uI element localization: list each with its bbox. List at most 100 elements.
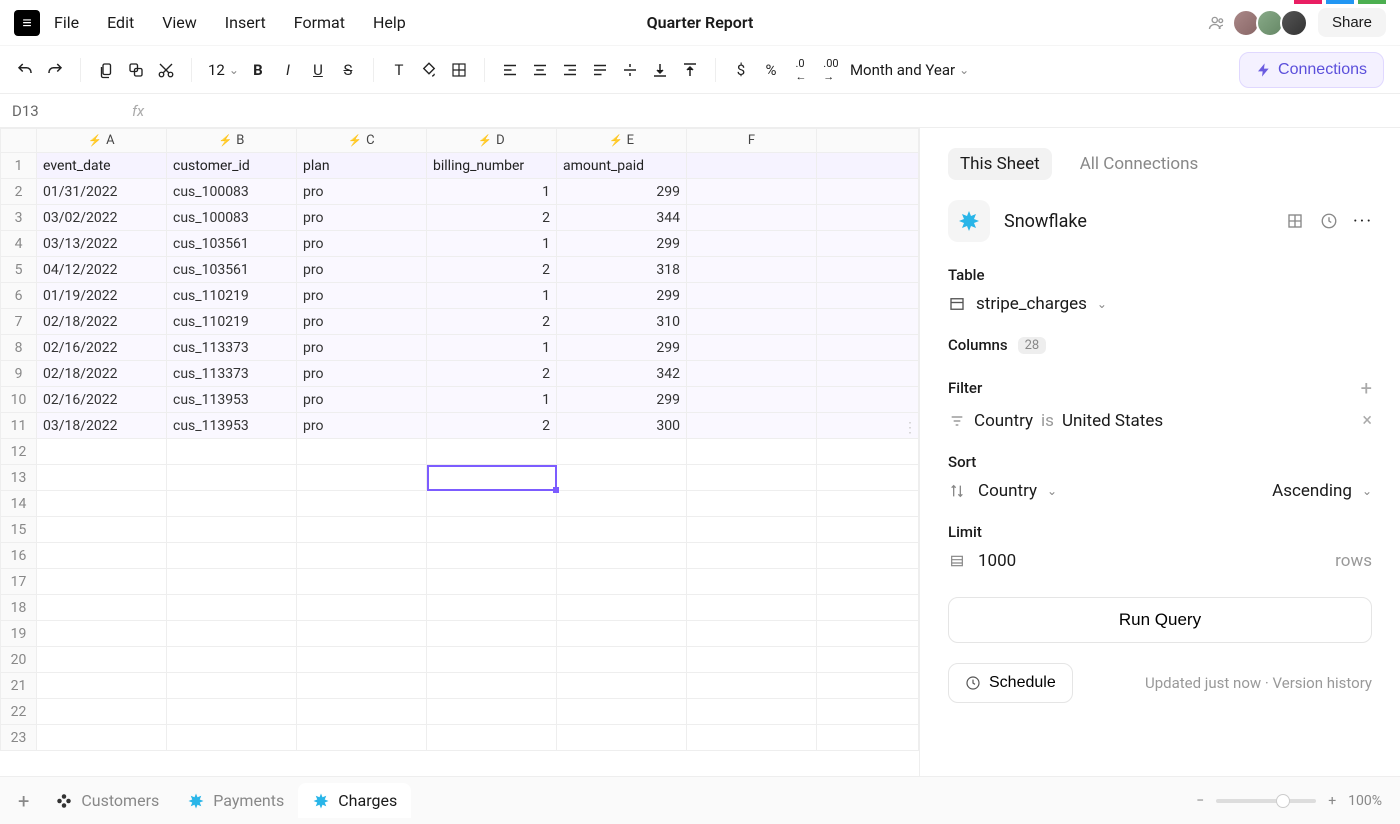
duplicate-icon[interactable] [127, 61, 145, 79]
row-header[interactable]: 12 [1, 439, 37, 465]
data-cell[interactable]: 318 [557, 257, 687, 283]
add-sheet-button[interactable]: + [18, 789, 29, 813]
empty-cell[interactable] [167, 491, 297, 517]
sheet-tab[interactable]: Charges [298, 783, 411, 818]
data-cell[interactable]: cus_113953 [167, 413, 297, 439]
data-cell[interactable]: 02/16/2022 [37, 335, 167, 361]
row-header[interactable]: 17 [1, 569, 37, 595]
empty-cell[interactable] [297, 439, 427, 465]
empty-cell[interactable] [817, 569, 919, 595]
data-cell[interactable]: 299 [557, 231, 687, 257]
share-button[interactable]: Share [1318, 8, 1386, 37]
data-cell[interactable]: cus_100083 [167, 179, 297, 205]
row-header[interactable]: 19 [1, 621, 37, 647]
date-format-dropdown[interactable]: Month and Year⌄ [850, 61, 969, 79]
empty-cell[interactable] [297, 699, 427, 725]
data-cell[interactable]: 02/18/2022 [37, 361, 167, 387]
menu-view[interactable]: View [162, 13, 197, 32]
empty-cell[interactable] [37, 647, 167, 673]
run-query-button[interactable]: Run Query [948, 597, 1372, 643]
empty-cell[interactable] [167, 439, 297, 465]
empty-cell[interactable] [167, 465, 297, 491]
empty-cell[interactable] [427, 517, 557, 543]
sort-direction-dropdown[interactable]: Ascending⌄ [1272, 481, 1372, 501]
menu-edit[interactable]: Edit [107, 13, 134, 32]
empty-cell[interactable] [687, 647, 817, 673]
data-cell[interactable]: pro [297, 309, 427, 335]
data-cell[interactable]: pro [297, 179, 427, 205]
tab-all-connections[interactable]: All Connections [1068, 148, 1211, 180]
sort-field-dropdown[interactable]: Country⌄ [978, 481, 1057, 501]
data-cell[interactable]: 1 [427, 283, 557, 309]
grid-view-icon[interactable] [1286, 212, 1304, 230]
data-cell[interactable]: 299 [557, 283, 687, 309]
valign-bottom-icon[interactable] [651, 61, 669, 79]
currency-icon[interactable]: $ [732, 61, 750, 79]
column-header[interactable]: ⚡B [167, 129, 297, 153]
empty-cell[interactable] [37, 621, 167, 647]
zoom-in-button[interactable]: + [1328, 793, 1336, 809]
empty-cell[interactable] [167, 725, 297, 751]
data-cell[interactable]: 344 [557, 205, 687, 231]
empty-cell[interactable] [427, 465, 557, 491]
redo-icon[interactable] [46, 61, 64, 79]
align-center-icon[interactable] [531, 61, 549, 79]
empty-cell[interactable] [817, 517, 919, 543]
remove-filter-button[interactable]: × [1362, 410, 1372, 431]
empty-cell[interactable] [297, 491, 427, 517]
row-header[interactable]: 15 [1, 517, 37, 543]
empty-cell[interactable] [37, 439, 167, 465]
header-cell[interactable]: amount_paid [557, 153, 687, 179]
data-cell[interactable]: 2 [427, 309, 557, 335]
data-cell[interactable]: 1 [427, 335, 557, 361]
connections-button[interactable]: Connections [1239, 52, 1384, 88]
row-header[interactable]: 20 [1, 647, 37, 673]
empty-cell[interactable] [427, 673, 557, 699]
data-cell[interactable]: pro [297, 283, 427, 309]
valign-middle-icon[interactable] [621, 61, 639, 79]
empty-cell[interactable] [557, 595, 687, 621]
underline-icon[interactable]: U [309, 61, 327, 79]
header-cell[interactable]: event_date [37, 153, 167, 179]
row-header[interactable]: 13 [1, 465, 37, 491]
data-cell[interactable]: 2 [427, 413, 557, 439]
copy-icon[interactable] [97, 61, 115, 79]
empty-cell[interactable] [297, 621, 427, 647]
empty-cell[interactable] [817, 621, 919, 647]
data-cell[interactable]: pro [297, 387, 427, 413]
empty-cell[interactable] [167, 595, 297, 621]
empty-cell[interactable] [427, 647, 557, 673]
document-title[interactable]: Quarter Report [647, 13, 754, 32]
limit-value[interactable]: 1000 [978, 551, 1016, 571]
empty-cell[interactable] [427, 491, 557, 517]
row-header[interactable]: 2 [1, 179, 37, 205]
empty-cell[interactable] [427, 569, 557, 595]
row-header[interactable]: 16 [1, 543, 37, 569]
sheet-tab[interactable]: Customers [41, 783, 173, 818]
empty-cell[interactable] [167, 699, 297, 725]
empty-cell[interactable] [557, 647, 687, 673]
data-cell[interactable]: 02/18/2022 [37, 309, 167, 335]
panel-drag-handle[interactable]: ⋮ [903, 420, 917, 436]
sheet-tab[interactable]: Payments [173, 783, 298, 818]
column-header[interactable]: ⚡D [427, 129, 557, 153]
empty-cell[interactable] [817, 673, 919, 699]
data-cell[interactable]: cus_110219 [167, 309, 297, 335]
filter-row[interactable]: Country is United States × [948, 410, 1372, 431]
data-cell[interactable]: 1 [427, 179, 557, 205]
empty-cell[interactable] [37, 725, 167, 751]
data-cell[interactable]: 03/02/2022 [37, 205, 167, 231]
app-logo[interactable]: ≡ [14, 10, 40, 36]
empty-cell[interactable] [37, 595, 167, 621]
tab-this-sheet[interactable]: This Sheet [948, 148, 1052, 180]
empty-cell[interactable] [687, 699, 817, 725]
strikethrough-icon[interactable]: S [339, 61, 357, 79]
row-header[interactable]: 11 [1, 413, 37, 439]
empty-cell[interactable] [817, 491, 919, 517]
fill-color-icon[interactable] [420, 61, 438, 79]
menu-insert[interactable]: Insert [225, 13, 266, 32]
empty-cell[interactable] [557, 673, 687, 699]
empty-cell[interactable] [557, 543, 687, 569]
data-cell[interactable]: cus_103561 [167, 231, 297, 257]
empty-cell[interactable] [167, 647, 297, 673]
